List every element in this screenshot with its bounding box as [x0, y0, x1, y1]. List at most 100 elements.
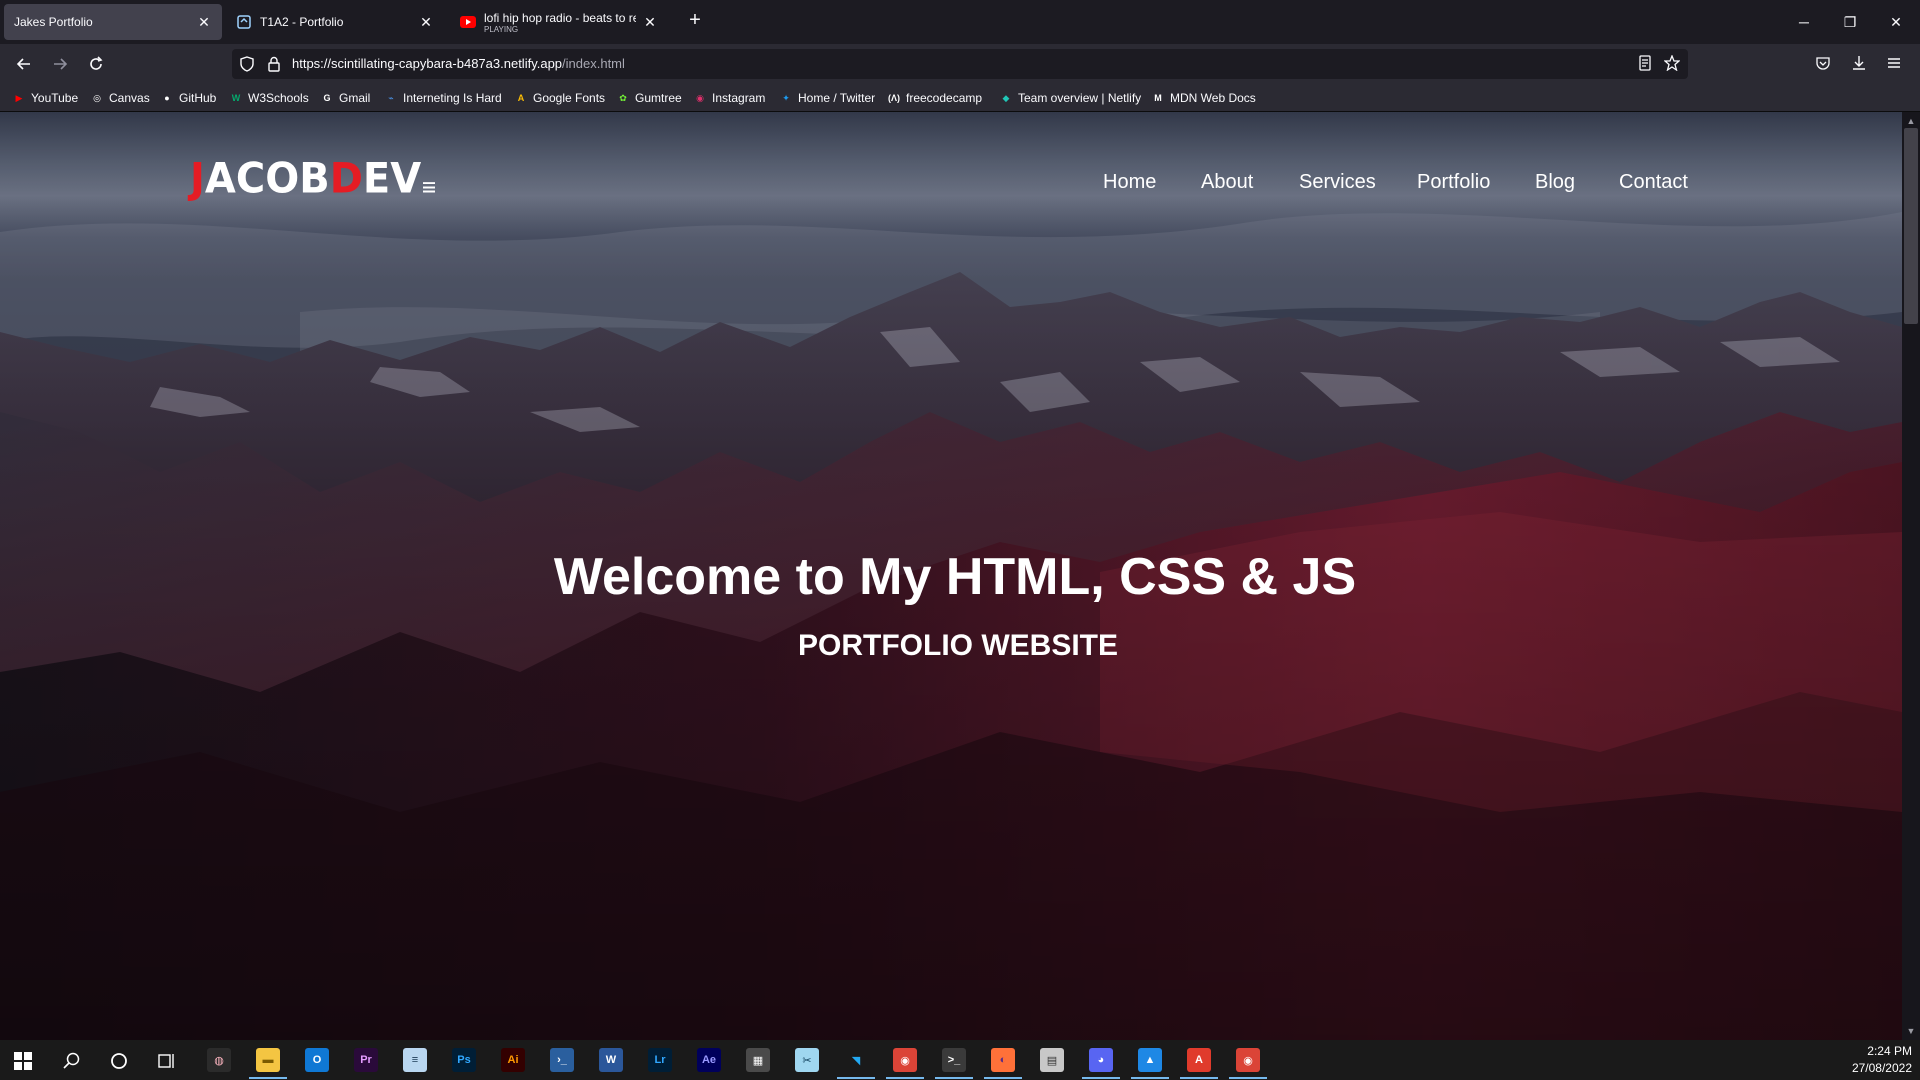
bookmark-label: Instagram: [712, 91, 766, 105]
scroll-up-icon[interactable]: ▲: [1904, 114, 1918, 128]
new-tab-button[interactable]: +: [684, 10, 706, 32]
firefox-icon[interactable]: ◐: [991, 1048, 1015, 1072]
cortana-icon[interactable]: [110, 1052, 128, 1070]
close-icon[interactable]: ✕: [196, 14, 212, 30]
nav-about[interactable]: About: [1201, 171, 1253, 194]
bookmark-google-fonts[interactable]: A Google Fonts: [514, 90, 605, 106]
tab-lofi-radio[interactable]: lofi hip hop radio - beats to rela PLAYI…: [450, 4, 668, 40]
pocket-icon[interactable]: [1815, 55, 1831, 71]
nav-portfolio[interactable]: Portfolio: [1417, 171, 1490, 194]
bookmark-w3schools[interactable]: W W3Schools: [229, 90, 309, 106]
tab-t1a2-portfolio[interactable]: T1A2 - Portfolio ✕: [226, 4, 444, 40]
bookmark-youtube[interactable]: ▶ YouTube: [12, 90, 79, 106]
bookmark-star-icon[interactable]: [1664, 55, 1680, 71]
tab-title: Jakes Portfolio: [14, 15, 93, 29]
bookmark-canvas[interactable]: ◎ Canvas: [90, 90, 150, 106]
minimize-icon[interactable]: ─: [1792, 10, 1816, 34]
bookmark-label: Interneting Is Hard: [403, 91, 502, 105]
nav-home[interactable]: Home: [1103, 171, 1156, 194]
reader-view-icon[interactable]: [1637, 55, 1653, 71]
photos-icon[interactable]: ▲: [1138, 1048, 1162, 1072]
url-text[interactable]: https://scintillating-capybara-b487a3.ne…: [292, 56, 625, 71]
task-view-icon[interactable]: [158, 1052, 176, 1070]
close-icon[interactable]: ✕: [418, 14, 434, 30]
system-clock[interactable]: 2:24 PM 27/08/2022: [1852, 1043, 1912, 1077]
reload-icon: [90, 56, 103, 70]
bookmark-label: GitHub: [179, 91, 217, 105]
photoshop-icon[interactable]: Ps: [452, 1048, 476, 1072]
nav-blog[interactable]: Blog: [1535, 171, 1575, 194]
outlook-icon[interactable]: O: [305, 1048, 329, 1072]
site-logo[interactable]: JACOBDEV: [190, 158, 436, 200]
scroll-down-icon[interactable]: ▼: [1904, 1024, 1918, 1038]
bookmark-team-overview-netlify[interactable]: ◆ Team overview | Netlify: [999, 90, 1142, 106]
mdn-icon: M: [1154, 93, 1162, 103]
vscode-icon[interactable]: ◥: [844, 1048, 868, 1072]
forward-arrow-icon: [54, 58, 68, 70]
shield-icon[interactable]: [239, 56, 255, 72]
bookmark-gumtree[interactable]: ✿ Gumtree: [616, 90, 681, 106]
notepad-icon[interactable]: ≡: [403, 1048, 427, 1072]
app-icon[interactable]: ▤: [1040, 1048, 1064, 1072]
bookmark-freecodecamp[interactable]: (Λ) freecodecamp: [887, 90, 982, 106]
bookmark-interneting-is-hard[interactable]: ⌁ Interneting Is Hard: [384, 90, 502, 106]
illustrator-icon[interactable]: Ai: [501, 1048, 525, 1072]
bookmark-home-twitter[interactable]: ✦ Home / Twitter: [779, 90, 875, 106]
bookmark-mdn-web-docs[interactable]: M MDN Web Docs: [1151, 90, 1256, 106]
clock-date: 27/08/2022: [1851, 1061, 1912, 1075]
running-indicator: [1180, 1077, 1218, 1079]
restore-icon[interactable]: ❐: [1838, 10, 1862, 34]
bookmark-instagram[interactable]: ◉ Instagram: [693, 90, 765, 106]
interneting-icon: ⌁: [388, 92, 394, 103]
url-path: /index.html: [562, 56, 625, 71]
after-effects-icon[interactable]: Ae: [697, 1048, 721, 1072]
nav-contact[interactable]: Contact: [1619, 171, 1688, 194]
snip-icon[interactable]: ✂: [795, 1048, 819, 1072]
powershell-icon[interactable]: ›_: [550, 1048, 574, 1072]
bookmark-github[interactable]: ● GitHub: [160, 90, 216, 106]
chrome-icon[interactable]: ◉: [893, 1048, 917, 1072]
close-icon[interactable]: ✕: [642, 14, 658, 30]
paint-icon[interactable]: ◍: [207, 1048, 231, 1072]
bookmark-label: freecodecamp: [906, 91, 983, 105]
bookmark-label: YouTube: [31, 91, 79, 105]
bookmark-gmail[interactable]: G Gmail: [320, 90, 370, 106]
lock-icon[interactable]: [267, 56, 281, 72]
google-icon: G: [323, 93, 331, 103]
word-icon[interactable]: W: [599, 1048, 623, 1072]
acrobat-icon[interactable]: A: [1187, 1048, 1211, 1072]
forward-button[interactable]: [46, 50, 74, 78]
search-icon[interactable]: [63, 1052, 81, 1070]
discord-icon[interactable]: ◕: [1089, 1048, 1113, 1072]
tab-title: lofi hip hop radio - beats to rela: [484, 10, 636, 25]
tab-playing-label: PLAYING: [484, 24, 519, 34]
close-window-icon[interactable]: ✕: [1884, 10, 1908, 34]
back-button[interactable]: [10, 50, 38, 78]
windows-start-icon[interactable]: [14, 1052, 32, 1070]
running-indicator: [1229, 1077, 1267, 1079]
downloads-icon[interactable]: [1851, 55, 1867, 71]
bookmark-label: Google Fonts: [533, 91, 606, 105]
url-main: https://scintillating-capybara-b487a3.ne…: [292, 56, 563, 71]
nav-services[interactable]: Services: [1299, 171, 1376, 194]
running-indicator: [984, 1077, 1022, 1079]
lightroom-icon[interactable]: Lr: [648, 1048, 672, 1072]
twitter-icon: ✦: [782, 92, 790, 103]
tab-jakes-portfolio[interactable]: Jakes Portfolio ✕: [4, 4, 222, 40]
file-explorer-icon[interactable]: ▬: [256, 1048, 280, 1072]
google-fonts-icon: A: [517, 93, 525, 103]
reload-button[interactable]: [82, 50, 110, 78]
terminal-icon[interactable]: >_: [942, 1048, 966, 1072]
chrome-dev-icon[interactable]: ◉: [1236, 1048, 1260, 1072]
gumtree-icon: ✿: [619, 92, 627, 103]
calculator-icon[interactable]: ▦: [746, 1048, 770, 1072]
scrollbar-thumb[interactable]: [1904, 128, 1918, 324]
running-indicator: [1082, 1077, 1120, 1079]
premiere-icon[interactable]: Pr: [354, 1048, 378, 1072]
bookmark-label: MDN Web Docs: [1170, 91, 1256, 105]
github-icon: ●: [164, 93, 170, 103]
menu-icon[interactable]: [1886, 55, 1902, 71]
youtube-icon: [460, 14, 476, 30]
bookmark-label: Home / Twitter: [798, 91, 876, 105]
netlify-icon: ◆: [1002, 92, 1010, 103]
